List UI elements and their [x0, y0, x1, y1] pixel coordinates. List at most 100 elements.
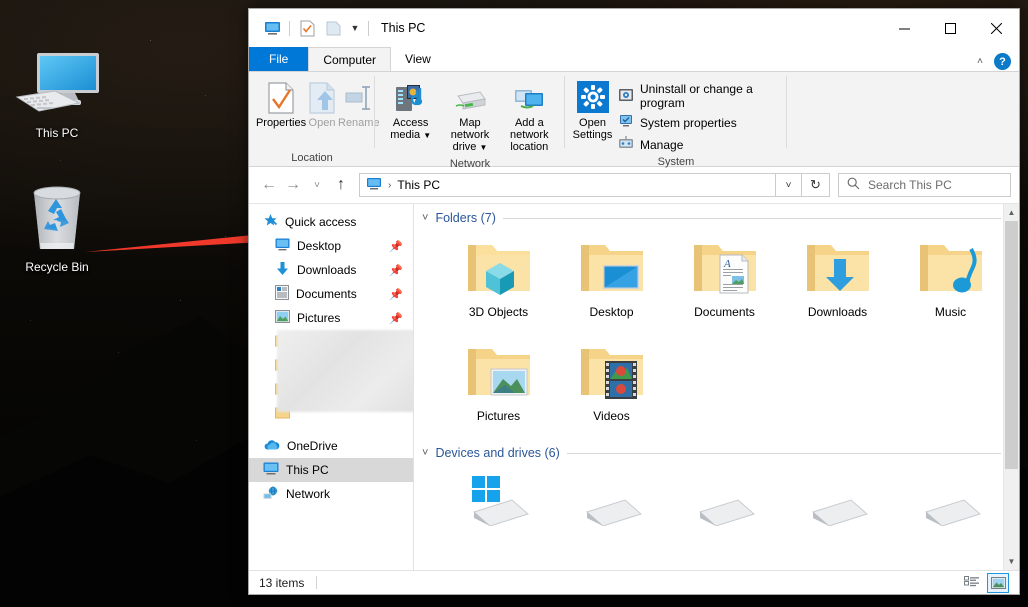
chevron-down-icon[interactable]: ▼ [423, 131, 431, 140]
open-settings-button[interactable]: Open Settings [571, 76, 614, 143]
minimize-button[interactable] [881, 9, 927, 47]
item-drive-4[interactable] [781, 466, 894, 570]
sidebar-item-quick-access[interactable]: Quick access [249, 210, 413, 234]
gear-icon [576, 78, 610, 114]
item-drive-3[interactable] [668, 466, 781, 570]
item-3d-objects[interactable]: 3D Objects [442, 231, 555, 335]
toolbar-divider [289, 20, 290, 36]
new-folder-icon[interactable] [320, 15, 346, 41]
open-button[interactable]: Open [307, 76, 337, 131]
sidebar-item-label: Documents [296, 287, 357, 301]
title-bar: ▼ This PC [249, 9, 1019, 47]
sidebar-item-this-pc[interactable]: This PC [249, 458, 413, 482]
map-network-drive-button[interactable]: Map network drive ▼ [440, 76, 499, 156]
group-header-folders[interactable]: ˅ Folders (7) [414, 204, 1019, 231]
redacted-overlay [277, 330, 413, 412]
tab-file[interactable]: File [249, 47, 309, 71]
item-pictures[interactable]: Pictures [442, 335, 555, 439]
add-network-location-button[interactable]: Add a network location [500, 76, 559, 155]
pin-icon[interactable]: 📌 [389, 264, 403, 277]
folder-pictures-icon [462, 335, 536, 409]
search-box[interactable]: Search This PC [838, 173, 1011, 197]
sidebar-item-pictures[interactable]: Pictures 📌 [249, 306, 413, 330]
help-icon[interactable]: ? [994, 53, 1011, 70]
item-label: Downloads [807, 305, 868, 319]
ribbon-tabs: File Computer View ˄ ? [249, 47, 1019, 71]
toolbar-divider [368, 20, 369, 36]
folders-grid: 3D Objects Desktop A Documents Downloads… [414, 231, 1019, 439]
content-pane: ˅ Folders (7) 3D Objects Desktop A Docum… [414, 204, 1019, 570]
sidebar-item-label: Pictures [297, 311, 341, 325]
item-desktop[interactable]: Desktop [555, 231, 668, 335]
chevron-down-icon[interactable]: ˅ [422, 447, 428, 459]
breadcrumb-item-this-pc[interactable]: This PC [397, 178, 440, 192]
item-windows-drive[interactable] [442, 466, 555, 570]
address-bar[interactable]: › This PC [359, 173, 776, 197]
tab-computer[interactable]: Computer [308, 47, 392, 71]
item-label: Videos [593, 409, 630, 423]
this-pc-icon[interactable] [259, 15, 285, 41]
scroll-up-icon[interactable]: ▲ [1004, 204, 1019, 221]
sidebar-item-label: This PC [286, 463, 329, 477]
ribbon-group-label: System [657, 156, 695, 168]
sidebar-item-documents[interactable]: Documents 📌 [249, 282, 413, 306]
item-music[interactable]: Music [894, 231, 1007, 335]
group-header-label: Folders (7) [435, 211, 496, 225]
ribbon-group-location: Properties Open Rename Location [249, 72, 380, 166]
drive-icon [914, 466, 988, 528]
item-documents[interactable]: A Documents [668, 231, 781, 335]
access-media-button[interactable]: Access media ▼ [381, 76, 440, 144]
up-button[interactable]: ↑ [329, 172, 353, 198]
large-icons-view-button[interactable] [987, 572, 1009, 593]
item-count-label: 13 items [259, 575, 305, 590]
item-downloads[interactable]: Downloads [781, 231, 894, 335]
desktop-icon-recycle-bin[interactable]: Recycle Bin [3, 182, 111, 274]
chevron-down-icon[interactable]: ˅ [422, 212, 428, 224]
search-input[interactable]: Search This PC [868, 178, 952, 192]
maximize-button[interactable] [927, 9, 973, 47]
refresh-button[interactable]: ↻ [802, 173, 830, 197]
item-videos[interactable]: Videos [555, 335, 668, 439]
folder-downloads-icon [801, 231, 875, 305]
folder-documents-icon: A [688, 231, 762, 305]
window-controls [881, 9, 1019, 47]
uninstall-or-change-program-item[interactable]: Uninstall or change a program [618, 82, 781, 110]
recycle-bin-icon [3, 182, 111, 258]
details-view-button[interactable] [961, 573, 983, 593]
scroll-down-icon[interactable]: ▼ [1004, 553, 1019, 570]
group-header-devices-and-drives[interactable]: ˅ Devices and drives (6) [414, 439, 1019, 466]
sidebar-item-onedrive[interactable]: OneDrive [249, 434, 413, 458]
navigation-bar: ← → ˅ ↑ › This PC ˅ ↻ Search This PC [249, 167, 1019, 203]
item-drive-2[interactable] [555, 466, 668, 570]
sidebar-item-network[interactable]: Network [249, 482, 413, 506]
desktop-icon-this-pc[interactable]: This PC [3, 48, 111, 140]
folder-desktop-icon [575, 231, 649, 305]
tab-view[interactable]: View [391, 47, 445, 71]
item-drive-5[interactable] [894, 466, 1007, 570]
item-label: 3D Objects [468, 305, 529, 319]
properties-button[interactable]: Properties [255, 76, 307, 131]
ribbon-button-label: Rename [338, 117, 380, 129]
recent-locations-button[interactable]: ˅ [305, 172, 329, 198]
chevron-down-icon[interactable]: ▼ [346, 15, 364, 41]
manage-item[interactable]: Manage [618, 135, 781, 154]
chevron-down-icon[interactable]: ▼ [479, 143, 487, 152]
pin-icon[interactable]: 📌 [389, 312, 403, 325]
quick-access-toolbar: ▼ [249, 9, 373, 47]
back-button[interactable]: ← [257, 172, 281, 198]
item-label: Pictures [476, 409, 521, 423]
item-label: Desktop [589, 305, 634, 319]
collapse-ribbon-icon[interactable]: ˄ [972, 56, 988, 67]
pin-icon[interactable]: 📌 [389, 240, 403, 253]
forward-button[interactable]: → [281, 172, 305, 198]
close-button[interactable] [973, 9, 1019, 47]
vertical-scrollbar[interactable]: ▲ ▼ [1003, 204, 1019, 570]
sidebar-item-downloads[interactable]: Downloads 📌 [249, 258, 413, 282]
documents-icon [275, 285, 289, 303]
scrollbar-thumb[interactable] [1005, 221, 1018, 469]
address-dropdown-button[interactable]: ˅ [776, 173, 802, 197]
sidebar-item-desktop[interactable]: Desktop 📌 [249, 234, 413, 258]
properties-icon[interactable] [294, 15, 320, 41]
pin-icon[interactable]: 📌 [389, 288, 403, 301]
system-properties-item[interactable]: System properties [618, 113, 781, 132]
